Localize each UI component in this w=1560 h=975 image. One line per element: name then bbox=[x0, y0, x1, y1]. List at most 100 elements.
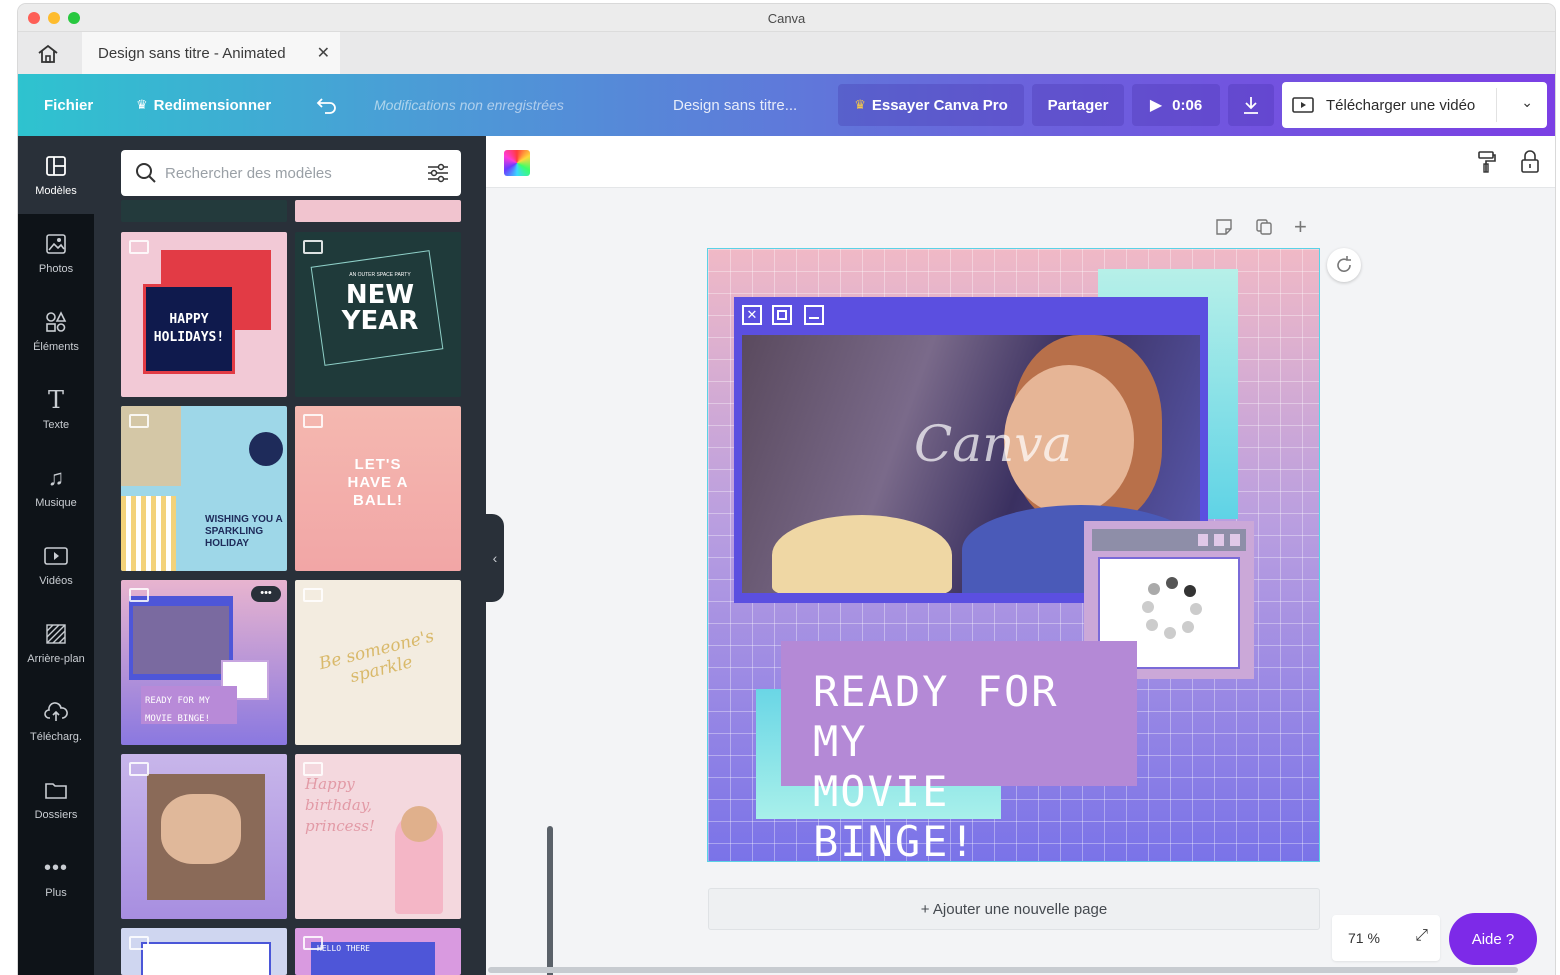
template-thumbnail[interactable] bbox=[121, 200, 287, 222]
canvas-toolbar bbox=[486, 136, 1555, 188]
video-icon bbox=[129, 240, 149, 254]
save-status: Modifications non enregistrées bbox=[374, 97, 564, 113]
app-window: Canva Design sans titre - Animated ✕ Fic… bbox=[18, 4, 1555, 975]
headline-line-1: READY FOR MY bbox=[813, 667, 1059, 766]
refresh-icon bbox=[1337, 256, 1351, 272]
refresh-button[interactable] bbox=[1327, 248, 1361, 282]
duplicate-icon[interactable] bbox=[1255, 218, 1273, 236]
help-button[interactable]: Aide ? bbox=[1449, 913, 1537, 965]
rail-item-music[interactable]: ♫ Musique bbox=[18, 448, 94, 526]
rail-label: Texte bbox=[42, 419, 70, 431]
download-video-button[interactable]: Télécharger une vidéo ⌄ bbox=[1282, 82, 1547, 128]
download-button[interactable] bbox=[1228, 84, 1274, 126]
folder-icon bbox=[43, 777, 69, 803]
video-icon bbox=[129, 762, 149, 776]
paint-roller-icon[interactable] bbox=[1477, 150, 1497, 174]
rail-item-more[interactable]: ••• Plus bbox=[18, 838, 94, 916]
window-maximize-icon bbox=[772, 305, 792, 325]
headline-box[interactable]: READY FOR MY MOVIE BINGE! bbox=[781, 641, 1137, 861]
rail-label: Modèles bbox=[35, 185, 77, 197]
close-icon[interactable]: ✕ bbox=[317, 43, 330, 63]
headline-line-2: MOVIE BINGE! bbox=[813, 767, 977, 862]
video-icon bbox=[1292, 97, 1314, 113]
template-thumbnail[interactable]: LET'S HAVE A BALL! bbox=[295, 406, 461, 571]
video-icon bbox=[129, 588, 149, 602]
canvas-horizontal-scrollbar[interactable] bbox=[488, 967, 1518, 973]
template-search[interactable] bbox=[121, 150, 461, 196]
more-options-button[interactable]: ••• bbox=[251, 586, 281, 602]
window-title: Canva bbox=[767, 11, 806, 26]
crown-icon: ♛ bbox=[854, 97, 866, 112]
rail-item-text[interactable]: T Texte bbox=[18, 370, 94, 448]
loading-spinner-icon bbox=[1142, 577, 1202, 639]
home-icon bbox=[38, 44, 58, 63]
undo-icon bbox=[316, 98, 336, 114]
resize-button[interactable]: ♛ Redimensionner bbox=[136, 74, 271, 136]
rail-item-background[interactable]: Arrière-plan bbox=[18, 604, 94, 682]
zoom-level: 71 % bbox=[1348, 930, 1380, 946]
rail-item-uploads[interactable]: Télécharg. bbox=[18, 682, 94, 760]
templates-panel: HAPPY HOLIDAYS! NEW YEAR AN OUTER SPACE … bbox=[94, 136, 553, 975]
rail-item-photos[interactable]: Photos bbox=[18, 214, 94, 292]
video-icon bbox=[303, 588, 323, 602]
text-icon: T bbox=[47, 386, 64, 414]
upload-icon bbox=[43, 699, 69, 725]
try-pro-button[interactable]: ♛ Essayer Canva Pro bbox=[838, 84, 1024, 126]
rail-item-templates[interactable]: Modèles bbox=[18, 136, 94, 214]
file-menu[interactable]: Fichier bbox=[44, 74, 93, 136]
video-icon bbox=[303, 936, 323, 950]
chevron-down-icon[interactable]: ⌄ bbox=[1521, 94, 1533, 111]
template-thumbnail[interactable]: HELLO THERE bbox=[295, 928, 461, 975]
resize-label: Redimensionner bbox=[153, 96, 272, 114]
play-button[interactable]: ▶ 0:06 bbox=[1132, 84, 1220, 126]
template-thumbnail[interactable]: NEW YEAR AN OUTER SPACE PARTY bbox=[295, 232, 461, 397]
share-button[interactable]: Partager bbox=[1032, 84, 1124, 126]
collapse-panel-button[interactable]: ‹ bbox=[486, 514, 504, 602]
template-thumbnail[interactable]: WISHING YOU A SPARKLING HOLIDAY bbox=[121, 406, 287, 571]
rail-item-elements[interactable]: Éléments bbox=[18, 292, 94, 370]
try-pro-label: Essayer Canva Pro bbox=[871, 96, 1008, 114]
side-rail: Modèles Photos Éléments T Texte ♫ Musiqu… bbox=[18, 136, 94, 975]
design-title[interactable]: Design sans titre... bbox=[673, 74, 797, 136]
panel-scrollbar[interactable] bbox=[547, 826, 553, 975]
rail-label: Télécharg. bbox=[30, 731, 82, 743]
rail-label: Musique bbox=[35, 497, 77, 509]
template-text: NEW YEAR bbox=[341, 280, 419, 336]
templates-icon bbox=[43, 153, 69, 179]
design-canvas[interactable]: ✕ Canva READY FOR MY MOVIE BINGE! bbox=[707, 248, 1320, 862]
title-bar: Canva bbox=[18, 4, 1555, 32]
window-close-icon: ✕ bbox=[742, 305, 762, 325]
tab-label: Design sans titre - Animated bbox=[98, 44, 286, 62]
template-text: Be someone's sparkle bbox=[317, 626, 437, 688]
add-page-button[interactable]: + Ajouter une nouvelle page bbox=[708, 888, 1320, 930]
download-video-label: Télécharger une vidéo bbox=[1326, 96, 1476, 114]
filter-icon[interactable] bbox=[427, 163, 449, 183]
add-icon[interactable]: + bbox=[1294, 214, 1307, 240]
template-text: HAPPY HOLIDAYS! bbox=[153, 312, 225, 345]
videos-icon bbox=[43, 543, 69, 569]
tab-design[interactable]: Design sans titre - Animated ✕ bbox=[82, 32, 340, 74]
template-thumbnail[interactable]: Be someone's sparkle bbox=[295, 580, 461, 745]
template-text: Happy birthday, princess! bbox=[305, 775, 375, 835]
window-minimize-icon bbox=[804, 305, 824, 325]
template-text: READY FOR MY MOVIE BINGE! bbox=[145, 696, 211, 724]
template-thumbnail[interactable]: READY FOR MY MOVIE BINGE! ••• bbox=[121, 580, 287, 745]
template-thumbnail[interactable]: HAPPY HOLIDAYS! bbox=[121, 232, 287, 397]
template-thumbnail[interactable] bbox=[121, 754, 287, 919]
undo-button[interactable] bbox=[316, 74, 338, 136]
music-icon: ♫ bbox=[47, 465, 65, 490]
template-thumbnail[interactable] bbox=[121, 928, 287, 975]
search-input[interactable] bbox=[165, 164, 405, 182]
template-thumbnail[interactable] bbox=[295, 200, 461, 222]
note-icon[interactable] bbox=[1215, 218, 1233, 236]
template-thumbnail[interactable]: Happy birthday, princess! bbox=[295, 754, 461, 919]
color-picker-button[interactable] bbox=[504, 150, 530, 176]
home-button[interactable] bbox=[30, 40, 66, 68]
zoom-control[interactable]: 71 % ⤢ bbox=[1332, 915, 1440, 961]
lock-icon[interactable] bbox=[1521, 150, 1539, 174]
rail-item-folders[interactable]: Dossiers bbox=[18, 760, 94, 838]
fullscreen-icon[interactable]: ⤢ bbox=[1415, 927, 1428, 945]
rail-item-videos[interactable]: Vidéos bbox=[18, 526, 94, 604]
crown-icon: ♛ bbox=[136, 97, 148, 112]
divider bbox=[1496, 88, 1497, 122]
